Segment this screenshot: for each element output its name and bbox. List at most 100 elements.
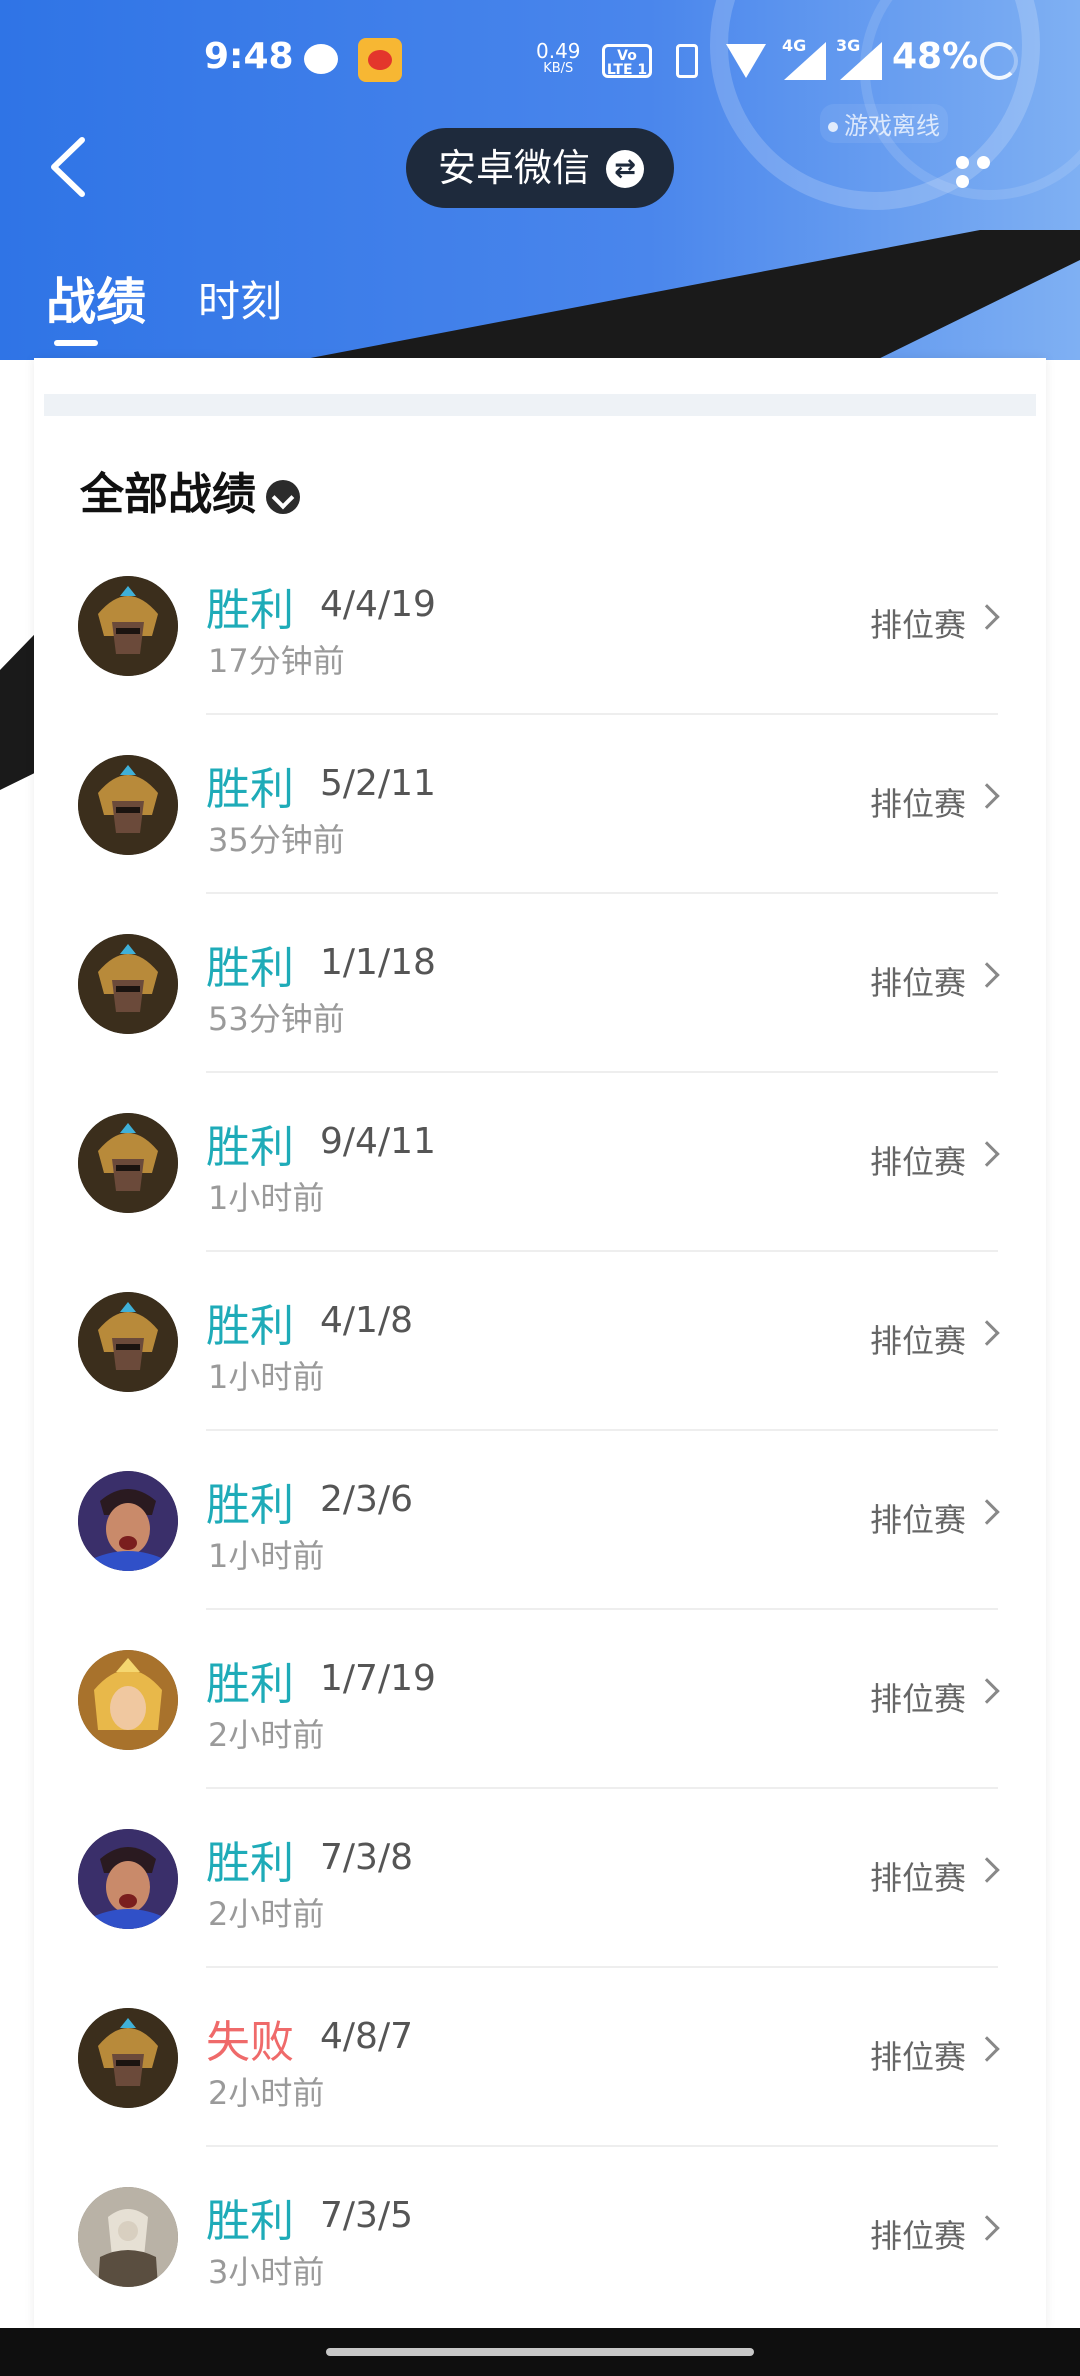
battery-level: 48% (892, 36, 979, 77)
network-type-label: 4G (782, 36, 807, 55)
battery-ring-icon (980, 42, 1018, 80)
match-row[interactable]: 胜利 7/3/5 3小时前 排位赛 (34, 2147, 1046, 2326)
chevron-right-icon (974, 1320, 1000, 1346)
chevron-down-icon (266, 480, 300, 514)
match-kda: 2/3/6 (320, 1479, 413, 1520)
match-time-ago: 2小时前 (208, 1716, 325, 1754)
match-kda: 7/3/8 (320, 1837, 413, 1878)
match-result: 胜利 (206, 1659, 294, 1710)
swap-icon: ⇄ (606, 150, 644, 188)
match-mode: 排位赛 (869, 2038, 966, 2076)
match-mode: 排位赛 (869, 785, 966, 823)
match-mode: 排位赛 (869, 1143, 966, 1181)
match-mode: 排位赛 (869, 1680, 966, 1718)
chevron-right-icon (974, 2215, 1000, 2241)
match-row[interactable]: 胜利 4/1/8 1小时前 排位赛 (34, 1252, 1046, 1431)
record-filter-dropdown[interactable]: 全部战绩 (80, 458, 300, 522)
card-top-strip (44, 394, 1036, 416)
network-speed: 0.49 KB/S (536, 39, 581, 78)
hero-avatar (78, 1650, 178, 1750)
match-mode: 排位赛 (869, 2217, 966, 2255)
message-icon (304, 44, 338, 74)
hero-avatar (78, 1292, 178, 1392)
match-row[interactable]: 胜利 7/3/8 2小时前 排位赛 (34, 1789, 1046, 1968)
network-speed-value: 0.49 (536, 39, 581, 63)
match-kda: 4/1/8 (320, 1300, 413, 1341)
account-switch-button[interactable]: 安卓微信 ⇄ (406, 128, 674, 208)
hero-avatar (78, 2008, 178, 2108)
hero-avatar (78, 576, 178, 676)
match-row[interactable]: 胜利 9/4/11 1小时前 排位赛 (34, 1073, 1046, 1252)
match-mode: 排位赛 (869, 1501, 966, 1539)
chevron-right-icon (974, 1678, 1000, 1704)
match-result: 胜利 (206, 1301, 294, 1352)
home-indicator[interactable] (326, 2348, 754, 2356)
chevron-right-icon (974, 962, 1000, 988)
match-kda: 1/7/19 (320, 1658, 436, 1699)
filter-label: 全部战绩 (80, 469, 256, 520)
status-time: 9:48 (204, 36, 294, 77)
match-mode: 排位赛 (869, 964, 966, 1002)
dot-icon (956, 156, 969, 169)
match-result: 失败 (206, 2017, 294, 2068)
active-tab-indicator (54, 340, 98, 346)
chevron-right-icon (974, 783, 1000, 809)
match-result: 胜利 (206, 1838, 294, 1889)
match-kda: 9/4/11 (320, 1121, 436, 1162)
more-button[interactable] (956, 154, 1016, 188)
match-time-ago: 1小时前 (208, 1358, 325, 1396)
match-list: 胜利 4/4/19 17分钟前 排位赛 胜利 5/2/11 35分钟前 排位赛 胜利 1/1/18… (34, 536, 1046, 2326)
tab-record[interactable]: 战绩 (46, 262, 146, 334)
match-kda: 4/4/19 (320, 584, 436, 625)
game-status-badge: 游戏离线 (820, 104, 948, 143)
match-result: 胜利 (206, 585, 294, 636)
hero-avatar (78, 1471, 178, 1571)
match-time-ago: 2小时前 (208, 2074, 325, 2112)
network-type-label: 3G (836, 36, 861, 55)
vibrate-icon (676, 44, 698, 78)
match-result: 胜利 (206, 1480, 294, 1531)
match-kda: 4/8/7 (320, 2016, 413, 2057)
match-result: 胜利 (206, 1122, 294, 1173)
back-button[interactable] (46, 136, 92, 198)
account-label: 安卓微信 (438, 146, 591, 190)
match-kda: 7/3/5 (320, 2195, 413, 2236)
hero-avatar (78, 1829, 178, 1929)
weibo-icon (358, 38, 402, 82)
hero-avatar (78, 2187, 178, 2287)
match-time-ago: 35分钟前 (208, 821, 345, 859)
match-record-card: 全部战绩 胜利 4/4/19 17分钟前 排位赛 胜利 5/2/11 35分钟前 排位赛 胜利 1… (34, 358, 1046, 2328)
hero-avatar (78, 1113, 178, 1213)
hero-avatar (78, 934, 178, 1034)
match-time-ago: 3小时前 (208, 2253, 325, 2291)
match-mode: 排位赛 (869, 1859, 966, 1897)
match-time-ago: 1小时前 (208, 1179, 325, 1217)
tab-moments[interactable]: 时刻 (198, 268, 282, 329)
match-kda: 5/2/11 (320, 763, 436, 804)
match-row[interactable]: 胜利 2/3/6 1小时前 排位赛 (34, 1431, 1046, 1610)
chevron-right-icon (974, 2036, 1000, 2062)
chevron-left-icon (51, 137, 85, 197)
match-result: 胜利 (206, 2196, 294, 2247)
status-dot-icon (828, 122, 838, 132)
match-row[interactable]: 失败 4/8/7 2小时前 排位赛 (34, 1968, 1046, 2147)
match-time-ago: 2小时前 (208, 1895, 325, 1933)
chevron-right-icon (974, 1499, 1000, 1525)
wifi-icon (726, 44, 766, 78)
game-status-text: 游戏离线 (844, 112, 940, 140)
match-row[interactable]: 胜利 5/2/11 35分钟前 排位赛 (34, 715, 1046, 894)
dot-icon (956, 175, 969, 188)
chevron-right-icon (974, 604, 1000, 630)
match-time-ago: 17分钟前 (208, 642, 345, 680)
match-time-ago: 53分钟前 (208, 1000, 345, 1038)
match-mode: 排位赛 (869, 1322, 966, 1360)
hero-avatar (78, 755, 178, 855)
match-row[interactable]: 胜利 1/7/19 2小时前 排位赛 (34, 1610, 1046, 1789)
match-kda: 1/1/18 (320, 942, 436, 983)
status-bar: 9:48 0.49 KB/S Vo LTE 1 4G 3G 48% (0, 0, 1080, 120)
match-time-ago: 1小时前 (208, 1537, 325, 1575)
volte-icon: Vo LTE 1 (602, 44, 652, 78)
match-row[interactable]: 胜利 4/4/19 17分钟前 排位赛 (34, 536, 1046, 715)
match-mode: 排位赛 (869, 606, 966, 644)
match-row[interactable]: 胜利 1/1/18 53分钟前 排位赛 (34, 894, 1046, 1073)
